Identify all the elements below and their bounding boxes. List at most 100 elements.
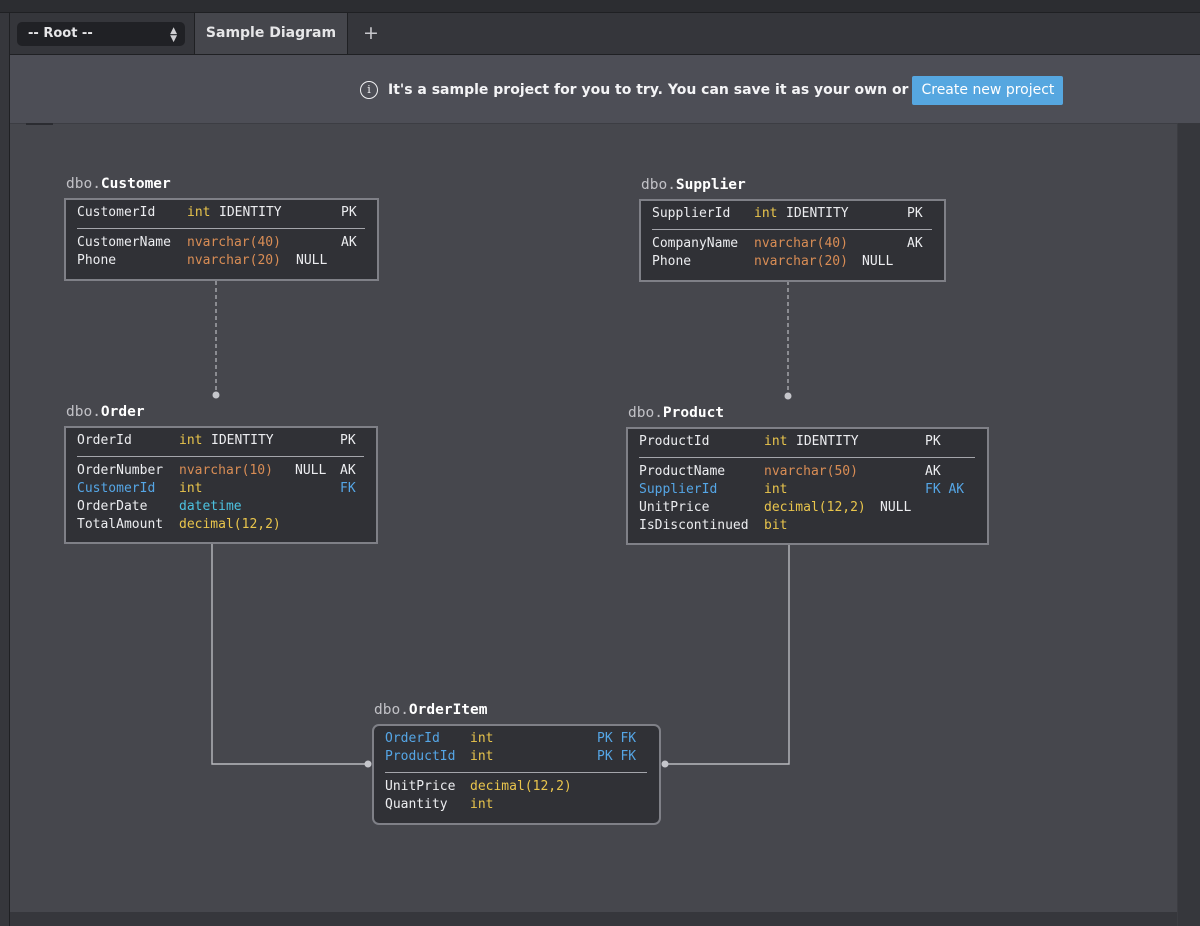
column-row[interactable]: CustomerId int IDENTITY PK (77, 204, 377, 222)
column-name: UnitPrice (639, 500, 710, 515)
column-name: OrderId (385, 731, 440, 746)
column-keys: PK FK (597, 749, 637, 764)
column-type: bit (764, 518, 788, 533)
column-name: OrderNumber (77, 463, 164, 478)
column-type: int (179, 433, 203, 448)
column-type: datetime (179, 499, 242, 514)
column-name: SupplierId (652, 206, 731, 221)
table-title: dbo.Order (66, 404, 145, 420)
column-keys: PK FK (597, 731, 637, 746)
column-name: TotalAmount (77, 517, 164, 532)
column-row[interactable]: OrderNumber nvarchar(10) NULL AK (77, 462, 376, 480)
column-type: nvarchar(20) (754, 254, 848, 269)
column-type: nvarchar(20) (187, 253, 281, 268)
table-orderitem[interactable]: dbo.OrderItem OrderId int PK FK ProductI… (372, 702, 661, 825)
column-type: int (764, 482, 788, 497)
column-row[interactable]: ProductId int IDENTITY PK (639, 433, 987, 451)
column-keys: AK (340, 463, 356, 478)
table-name: Order (100, 404, 145, 420)
column-row[interactable]: UnitPrice decimal(12,2) NULL (639, 499, 987, 517)
table-customer[interactable]: dbo.Customer CustomerId int IDENTITY PK … (64, 176, 379, 281)
table-supplier[interactable]: dbo.Supplier SupplierId int IDENTITY PK … (639, 177, 946, 282)
column-nullable: NULL (862, 254, 894, 269)
column-extra: IDENTITY (796, 434, 859, 449)
column-row[interactable]: OrderDate datetime (77, 498, 376, 516)
column-type: int (179, 481, 203, 496)
column-name: ProductName (639, 464, 726, 479)
column-row[interactable]: CustomerName nvarchar(40) AK (77, 234, 377, 252)
column-row[interactable]: Phone nvarchar(20) NULL (652, 253, 944, 271)
column-type: int (470, 731, 494, 746)
column-keys: FK (340, 481, 356, 496)
column-row[interactable]: UnitPrice decimal(12,2) (385, 778, 659, 796)
column-name: Phone (652, 254, 692, 269)
table-title: dbo.OrderItem (374, 702, 488, 718)
column-name: ProductId (639, 434, 710, 449)
table-product[interactable]: dbo.Product ProductId int IDENTITY PK Pr… (626, 405, 989, 545)
relationship-customer-order[interactable] (212, 281, 220, 399)
column-nullable: NULL (296, 253, 328, 268)
column-name: UnitPrice (385, 779, 456, 794)
table-title: dbo.Product (628, 405, 724, 421)
column-row[interactable]: SupplierId int IDENTITY PK (652, 205, 944, 223)
column-keys: AK (925, 464, 941, 479)
column-name: CustomerId (77, 481, 156, 496)
table-name: Product (662, 405, 725, 421)
column-row[interactable]: IsDiscontinued bit (639, 517, 987, 535)
column-extra: IDENTITY (786, 206, 849, 221)
table-name: Supplier (675, 177, 746, 193)
column-name: ProductId (385, 749, 456, 764)
column-type: nvarchar(50) (764, 464, 858, 479)
column-extra: IDENTITY (211, 433, 274, 448)
schema-label: dbo. (66, 404, 101, 420)
column-name: Phone (77, 253, 117, 268)
connector-dot (364, 760, 372, 768)
connector-dot (661, 760, 669, 768)
table-title: dbo.Customer (66, 176, 171, 192)
column-row[interactable]: ProductName nvarchar(50) AK (639, 463, 987, 481)
column-extra: IDENTITY (219, 205, 282, 220)
column-type: nvarchar(10) (179, 463, 273, 478)
column-type: decimal(12,2) (470, 779, 572, 794)
column-row[interactable]: CustomerId int FK (77, 480, 376, 498)
relationship-product-orderitem[interactable] (661, 545, 790, 768)
column-row[interactable]: Quantity int (385, 796, 659, 814)
connector-dot (212, 391, 220, 399)
column-type: decimal(12,2) (179, 517, 281, 532)
column-name: SupplierId (639, 482, 718, 497)
column-name: Quantity (385, 797, 448, 812)
column-row[interactable]: TotalAmount decimal(12,2) (77, 516, 376, 534)
table-name: OrderItem (408, 702, 488, 718)
schema-label: dbo. (374, 702, 409, 718)
connector-dot (784, 392, 792, 400)
column-type: int (470, 797, 494, 812)
relationship-order-orderitem[interactable] (211, 544, 372, 768)
column-keys: PK (907, 206, 923, 221)
column-name: IsDiscontinued (639, 518, 749, 533)
column-name: CompanyName (652, 236, 739, 251)
column-row[interactable]: OrderId int PK FK (385, 730, 659, 748)
column-name: OrderDate (77, 499, 148, 514)
column-name: OrderId (77, 433, 132, 448)
column-type: int (754, 206, 778, 221)
column-keys: AK (341, 235, 357, 250)
column-nullable: NULL (880, 500, 912, 515)
column-row[interactable]: SupplierId int FK AK (639, 481, 987, 499)
column-row[interactable]: Phone nvarchar(20) NULL (77, 252, 377, 270)
column-type: nvarchar(40) (754, 236, 848, 251)
column-keys: PK (925, 434, 941, 449)
relationship-supplier-product[interactable] (784, 281, 792, 400)
column-type: int (470, 749, 494, 764)
column-row[interactable]: CompanyName nvarchar(40) AK (652, 235, 944, 253)
column-name: CustomerId (77, 205, 156, 220)
pk-separator (639, 457, 975, 458)
table-order[interactable]: dbo.Order OrderId int IDENTITY PK OrderN… (64, 404, 378, 544)
column-row[interactable]: ProductId int PK FK (385, 748, 659, 766)
column-type: int (187, 205, 211, 220)
column-keys: PK (340, 433, 356, 448)
column-row[interactable]: OrderId int IDENTITY PK (77, 432, 376, 450)
column-keys: FK AK (925, 482, 965, 497)
column-keys: PK (341, 205, 357, 220)
schema-label: dbo. (66, 176, 101, 192)
column-type: decimal(12,2) (764, 500, 866, 515)
